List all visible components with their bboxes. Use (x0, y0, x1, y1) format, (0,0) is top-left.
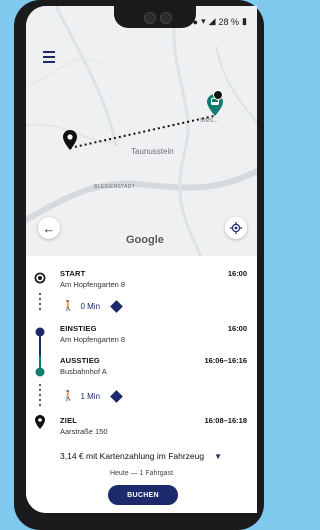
stop-time-boarding: 16:00 (227, 324, 247, 333)
walk-segment-1: 🚶 0 Min (62, 300, 123, 313)
small-black-pin-icon (213, 90, 223, 100)
price-label: 3,14 € mit Kartenzahlung im Fahrzeug (60, 451, 205, 461)
wifi-icon: ▾ (201, 16, 206, 26)
walk-icon: 🚶 (62, 301, 75, 312)
chevron-down-icon: ▼ (214, 451, 223, 461)
map-view[interactable]: Taunusstein BLEIDENSTADT SIMS... Google … (26, 6, 257, 256)
back-button[interactable]: ← (38, 217, 60, 239)
stop-time-start: 16:00 (227, 269, 247, 278)
payment-selector[interactable]: 3,14 € mit Kartenzahlung im Fahrzeug ▼ (60, 451, 222, 461)
status-icons: ● ▾ ◢ 28 % ▮ (193, 16, 247, 27)
stop-time-alighting: 16:06–16:16 (204, 356, 247, 365)
stop-time-destination: 16:08–16:18 (204, 416, 247, 425)
locate-me-button[interactable] (225, 217, 247, 239)
trip-panel: START 16:00 Am Hopfengarten 8 🚶 0 Min EI… (26, 260, 257, 513)
directions-icon[interactable] (110, 390, 123, 403)
arrow-left-icon: ← (42, 220, 56, 236)
location-icon: ● (192, 16, 199, 27)
stop-title-start: START (60, 269, 86, 278)
start-circle-icon (34, 272, 46, 284)
app-screen: Taunusstein BLEIDENSTADT SIMS... Google … (26, 6, 257, 513)
destination-pin-icon (35, 415, 45, 429)
place-label-taunusstein: Taunusstein (131, 147, 174, 156)
stop-address-start: Am Hopfengarten 8 (60, 280, 126, 289)
status-bar: ● ▾ ◢ 28 % ▮ (26, 6, 257, 32)
dotted-connector (38, 384, 41, 406)
stop-address-destination: Aarstraße 150 (60, 427, 108, 436)
battery-label: 28 % (218, 16, 240, 27)
area-label-bleidenstadt: BLEIDENSTADT (94, 184, 136, 190)
stop-address-alighting: Busbahnhof A (60, 367, 107, 376)
area-label-small: SIMS... (200, 118, 219, 124)
camera-notch (114, 6, 196, 28)
route-line (69, 115, 215, 149)
book-button[interactable]: BUCHEN (108, 485, 178, 505)
date-passenger-info[interactable]: Heute — 1 Fahrgast (26, 470, 257, 477)
crosshair-icon (230, 222, 242, 234)
walk-segment-2: 🚶 1 Min (62, 390, 123, 403)
battery-icon: ▮ (242, 16, 247, 26)
menu-icon (43, 51, 55, 53)
start-pin-icon[interactable] (63, 130, 77, 155)
directions-icon[interactable] (110, 300, 123, 313)
signal-icon: ◢ (208, 16, 216, 26)
walk-duration: 1 Min (80, 392, 101, 401)
walk-icon: 🚶 (62, 391, 75, 402)
google-attribution: Google (126, 234, 164, 246)
menu-button[interactable] (38, 46, 60, 68)
ride-line-icon (35, 327, 45, 377)
stop-title-destination: ZIEL (60, 416, 78, 425)
walk-duration: 0 Min (80, 302, 101, 311)
stop-title-alighting: AUSSTIEG (60, 356, 100, 365)
dotted-connector (38, 293, 41, 310)
stop-title-boarding: EINSTIEG (60, 324, 97, 333)
stop-address-boarding: Am Hopfengarten 8 (60, 335, 126, 344)
